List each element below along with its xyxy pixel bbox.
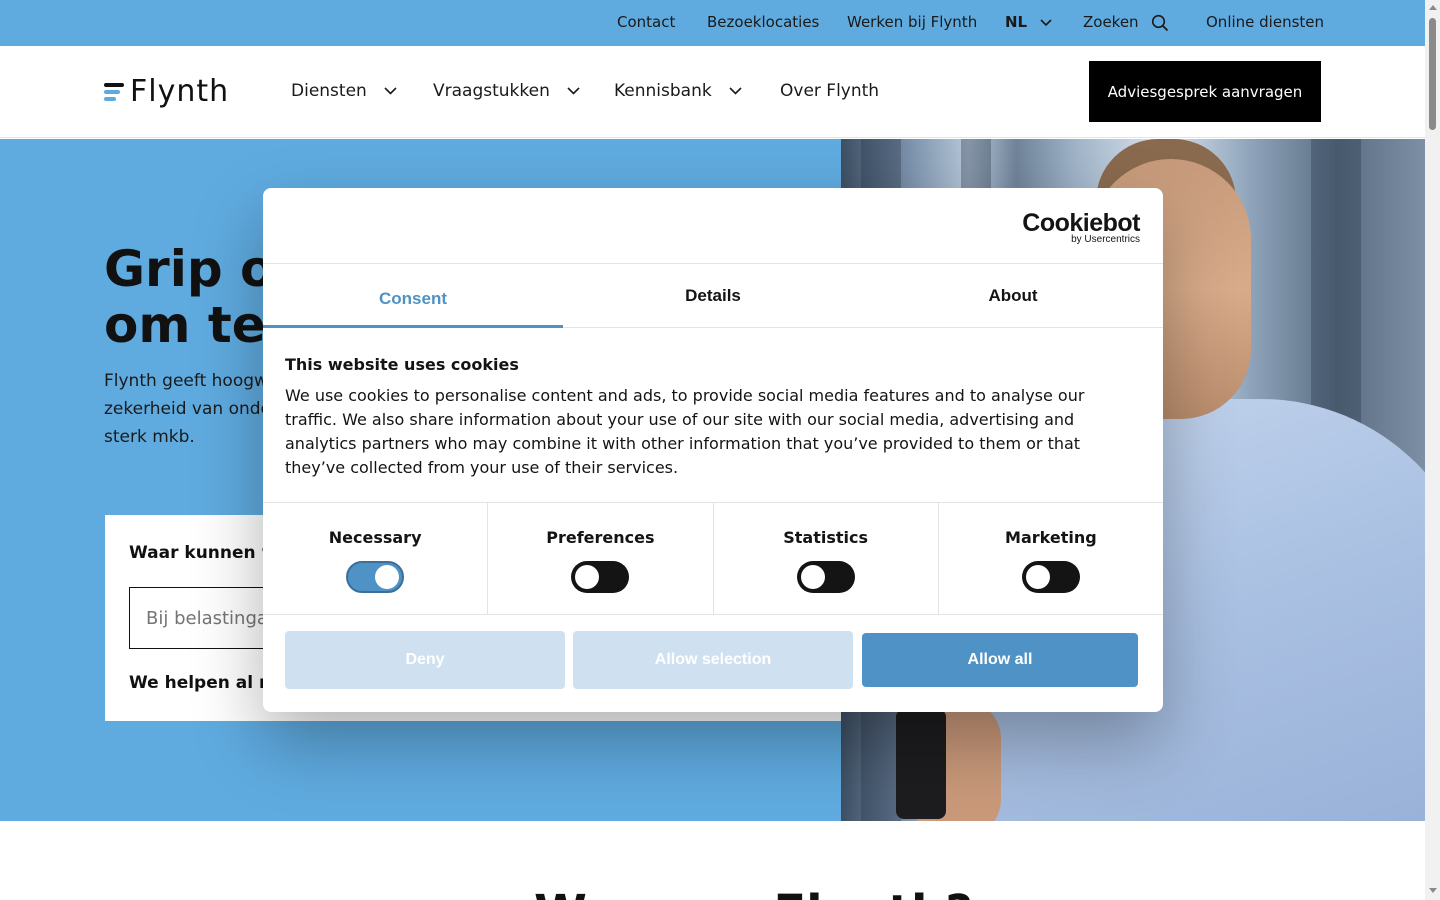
request-consultation-button[interactable]: Adviesgesprek aanvragen bbox=[1089, 61, 1321, 122]
chevron-down-icon bbox=[729, 87, 742, 95]
deny-button[interactable]: Deny bbox=[285, 631, 565, 689]
nav-kennisbank[interactable]: Kennisbank bbox=[614, 80, 742, 102]
nav-diensten[interactable]: Diensten bbox=[291, 80, 397, 102]
allow-selection-button[interactable]: Allow selection bbox=[573, 631, 853, 689]
language-selector[interactable]: NL bbox=[1005, 13, 1052, 32]
necessary-toggle[interactable] bbox=[346, 561, 405, 593]
language-label: NL bbox=[1005, 13, 1028, 31]
consent-title: This website uses cookies bbox=[285, 355, 519, 374]
category-label: Preferences bbox=[546, 528, 655, 547]
consent-body-text: We use cookies to personalise content an… bbox=[285, 386, 1085, 477]
why-section-title: Waarom Flynth? bbox=[534, 885, 973, 900]
cookie-categories: Necessary Preferences Statistics Marketi… bbox=[263, 502, 1163, 615]
tab-details[interactable]: Details bbox=[563, 264, 863, 327]
scroll-down-arrow-icon[interactable] bbox=[1429, 888, 1437, 893]
nav-vraagstukken[interactable]: Vraagstukken bbox=[433, 80, 580, 102]
topbar-online-services-link[interactable]: Online diensten bbox=[1206, 13, 1324, 32]
topbar-careers-link[interactable]: Werken bij Flynth bbox=[847, 13, 977, 32]
nav-kennisbank-label: Kennisbank bbox=[614, 81, 712, 101]
why-section: Waarom Flynth? bbox=[0, 821, 1425, 900]
topbar-locations-link[interactable]: Bezoeklocaties bbox=[707, 13, 819, 32]
search-label: Zoeken bbox=[1083, 13, 1139, 31]
preferences-toggle[interactable] bbox=[571, 561, 630, 593]
utility-bar: Contact Bezoeklocaties Werken bij Flynth… bbox=[0, 0, 1425, 46]
category-marketing: Marketing bbox=[939, 503, 1163, 614]
statistics-toggle[interactable] bbox=[796, 561, 855, 593]
search-icon bbox=[1152, 14, 1169, 31]
category-label: Marketing bbox=[1005, 528, 1097, 547]
category-statistics: Statistics bbox=[714, 503, 939, 614]
logo-text: Flynth bbox=[130, 74, 230, 109]
category-necessary: Necessary bbox=[263, 503, 489, 614]
flynth-logo[interactable]: Flynth bbox=[104, 76, 229, 108]
tab-about[interactable]: About bbox=[863, 264, 1163, 327]
allow-all-button[interactable]: Allow all bbox=[862, 633, 1138, 687]
category-label: Necessary bbox=[328, 528, 422, 547]
nav-diensten-label: Diensten bbox=[291, 81, 367, 101]
tab-consent[interactable]: Consent bbox=[263, 264, 563, 328]
chevron-down-icon bbox=[384, 87, 397, 95]
page-scrollbar[interactable] bbox=[1425, 0, 1440, 900]
nav-over-flynth[interactable]: Over Flynth bbox=[780, 80, 879, 102]
scroll-up-arrow-icon[interactable] bbox=[1429, 5, 1437, 10]
category-label: Statistics bbox=[783, 528, 868, 547]
cookie-tabs: Consent Details About bbox=[263, 263, 1163, 328]
cookie-consent-dialog: Cookiebot by Usercentrics Consent Detail… bbox=[263, 188, 1163, 712]
logo-mark-icon bbox=[104, 81, 126, 103]
search-button[interactable]: Zoeken bbox=[1083, 13, 1169, 32]
chevron-down-icon bbox=[567, 87, 580, 95]
main-header: Flynth Diensten Vraagstukken Kennisbank … bbox=[0, 46, 1425, 138]
cookiebot-logo: Cookiebot by Usercentrics bbox=[1022, 210, 1140, 245]
marketing-toggle[interactable] bbox=[1021, 561, 1080, 593]
nav-vraagstukken-label: Vraagstukken bbox=[433, 81, 550, 101]
chevron-down-icon bbox=[1040, 18, 1052, 26]
topbar-contact-link[interactable]: Contact bbox=[617, 13, 675, 32]
cookiebot-logo-text: Cookiebot bbox=[1022, 209, 1140, 237]
category-preferences: Preferences bbox=[488, 503, 714, 614]
scrollbar-thumb[interactable] bbox=[1429, 18, 1436, 130]
